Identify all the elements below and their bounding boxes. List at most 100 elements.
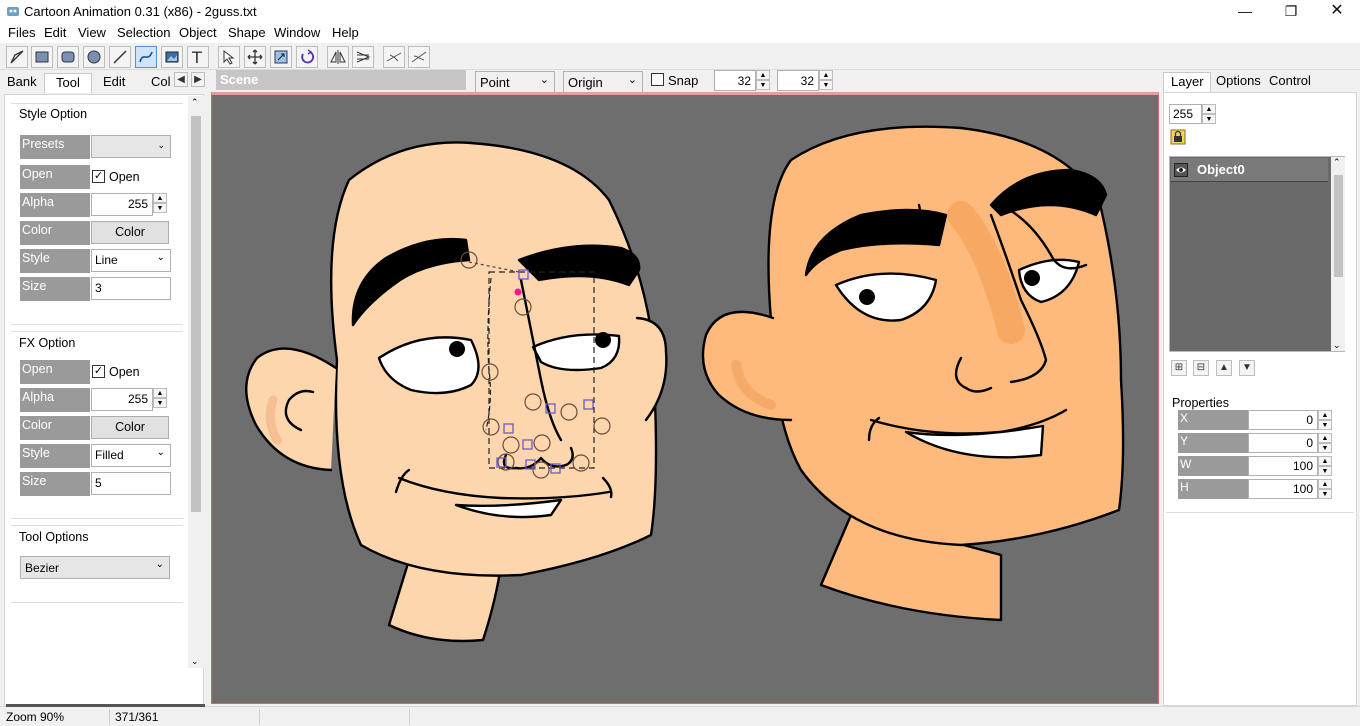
- prop-w-spinner[interactable]: ▲ ▼: [1318, 456, 1332, 476]
- add-layer-button[interactable]: ⊞: [1171, 360, 1187, 376]
- up-arrow-icon[interactable]: ▲: [1318, 456, 1332, 466]
- origin-dropdown[interactable]: Origin ⌄: [563, 71, 643, 94]
- fx-size-input[interactable]: 5: [91, 472, 171, 495]
- style-alpha-spinner[interactable]: ▲ ▼: [153, 193, 167, 215]
- close-button[interactable]: ✕: [1314, 0, 1360, 23]
- prop-x-input[interactable]: 0: [1248, 410, 1318, 430]
- image-button[interactable]: [161, 46, 183, 68]
- tab-layer[interactable]: Layer: [1163, 72, 1211, 92]
- down-arrow-icon[interactable]: ▼: [1318, 443, 1332, 453]
- fx-alpha-input[interactable]: 255: [91, 388, 153, 411]
- line-button[interactable]: [109, 46, 131, 68]
- fx-style-dropdown[interactable]: Filled ⌄: [91, 444, 171, 467]
- ellipse-button[interactable]: [83, 46, 105, 68]
- tab-scroll-right-button[interactable]: ▶: [191, 72, 205, 87]
- up-arrow-icon[interactable]: ▲: [1202, 104, 1216, 114]
- rectangle-button[interactable]: [31, 46, 53, 68]
- down-arrow-icon[interactable]: ▼: [1318, 489, 1332, 499]
- snap-y-input[interactable]: 32: [777, 70, 819, 91]
- resize-button[interactable]: [270, 46, 292, 68]
- tab-color[interactable]: Col: [151, 74, 173, 94]
- down-arrow-icon[interactable]: ▼: [1318, 420, 1332, 430]
- layer-alpha-input[interactable]: 255: [1169, 104, 1202, 124]
- menu-shape[interactable]: Shape: [228, 25, 266, 40]
- tab-bank[interactable]: Bank: [7, 74, 37, 94]
- fx-alpha-spinner[interactable]: ▲ ▼: [153, 388, 167, 410]
- style-dropdown[interactable]: Line ⌄: [91, 249, 171, 272]
- left-panel-scrollbar[interactable]: ⌃ ⌄: [188, 96, 204, 668]
- menu-help[interactable]: Help: [332, 25, 359, 40]
- style-alpha-input[interactable]: 255: [91, 193, 153, 216]
- tab-options[interactable]: Options: [1216, 73, 1261, 93]
- move-layer-up-button[interactable]: ▲: [1216, 360, 1232, 376]
- scroll-up-icon[interactable]: ⌃: [191, 97, 199, 108]
- menu-object[interactable]: Object: [179, 25, 217, 40]
- select-pointer-button[interactable]: [218, 46, 240, 68]
- prop-y-input[interactable]: 0: [1248, 433, 1318, 453]
- down-arrow-icon[interactable]: ▼: [1318, 466, 1332, 476]
- tool-type-dropdown[interactable]: Bezier ⌄: [20, 556, 170, 579]
- snap-y-spinner[interactable]: ▲ ▼: [819, 70, 833, 91]
- style-size-input[interactable]: 3: [91, 277, 171, 300]
- rotate-button[interactable]: [296, 46, 318, 68]
- menu-view[interactable]: View: [78, 25, 106, 40]
- up-arrow-icon[interactable]: ▲: [153, 388, 167, 398]
- tab-scroll-left-button[interactable]: ◀: [174, 72, 188, 87]
- up-arrow-icon[interactable]: ▲: [1318, 479, 1332, 489]
- prop-w-input[interactable]: 100: [1248, 456, 1318, 476]
- menu-window[interactable]: Window: [274, 25, 320, 40]
- snap-x-spinner[interactable]: ▲ ▼: [756, 70, 770, 91]
- menu-edit[interactable]: Edit: [44, 25, 66, 40]
- point-dropdown[interactable]: Point ⌄: [475, 71, 555, 94]
- menu-files[interactable]: Files: [8, 25, 35, 40]
- snap-x-input[interactable]: 32: [714, 70, 756, 91]
- remove-layer-button[interactable]: ⊟: [1193, 360, 1209, 376]
- tab-control[interactable]: Control: [1269, 73, 1311, 93]
- scene-artwork[interactable]: [212, 95, 1158, 702]
- down-arrow-icon[interactable]: ▼: [153, 398, 167, 408]
- scroll-up-icon[interactable]: ⌃: [1333, 157, 1341, 168]
- tab-edit[interactable]: Edit: [103, 74, 125, 94]
- eye-visibility-icon[interactable]: [1174, 163, 1188, 177]
- fx-open-checkbox[interactable]: ✓: [92, 365, 105, 378]
- up-arrow-icon[interactable]: ▲: [819, 70, 833, 80]
- scrollbar-thumb[interactable]: [1334, 175, 1343, 277]
- panel-resize-handle[interactable]: [6, 704, 205, 707]
- prop-x-spinner[interactable]: ▲ ▼: [1318, 410, 1332, 430]
- flip-horizontal-button[interactable]: [327, 46, 349, 68]
- up-arrow-icon[interactable]: ▲: [1318, 433, 1332, 443]
- up-arrow-icon[interactable]: ▲: [756, 70, 770, 80]
- layer-list-scrollbar[interactable]: ⌃ ⌄: [1331, 157, 1345, 351]
- scroll-down-icon[interactable]: ⌄: [1333, 340, 1341, 351]
- presets-dropdown[interactable]: ⌄: [91, 135, 171, 158]
- minimize-button[interactable]: —: [1222, 0, 1268, 23]
- style-color-button[interactable]: Color: [91, 221, 169, 244]
- prop-h-input[interactable]: 100: [1248, 479, 1318, 499]
- pen-tool-button[interactable]: [6, 46, 28, 68]
- prop-y-spinner[interactable]: ▲ ▼: [1318, 433, 1332, 453]
- down-arrow-icon[interactable]: ▼: [756, 80, 770, 90]
- maximize-button[interactable]: ❐: [1268, 0, 1314, 23]
- up-arrow-icon[interactable]: ▲: [1318, 410, 1332, 420]
- down-arrow-icon[interactable]: ▼: [153, 203, 167, 213]
- text-button[interactable]: T: [187, 46, 209, 68]
- lock-icon[interactable]: [1170, 129, 1186, 145]
- snap-checkbox[interactable]: [651, 73, 664, 86]
- drawing-canvas[interactable]: [211, 92, 1159, 704]
- menu-selection[interactable]: Selection: [117, 25, 170, 40]
- prop-h-spinner[interactable]: ▲ ▼: [1318, 479, 1332, 499]
- down-arrow-icon[interactable]: ▼: [819, 80, 833, 90]
- node-edit-button[interactable]: [383, 46, 405, 68]
- node-smooth-button[interactable]: [408, 46, 430, 68]
- fx-color-button[interactable]: Color: [91, 416, 169, 439]
- rounded-rectangle-button[interactable]: [57, 46, 79, 68]
- move-button[interactable]: [244, 46, 266, 68]
- down-arrow-icon[interactable]: ▼: [1202, 114, 1216, 124]
- scrollbar-thumb[interactable]: [191, 116, 201, 512]
- up-arrow-icon[interactable]: ▲: [153, 193, 167, 203]
- layer-alpha-spinner[interactable]: ▲ ▼: [1202, 104, 1216, 124]
- tab-tool[interactable]: Tool: [44, 73, 92, 93]
- layer-row[interactable]: Object0: [1171, 158, 1328, 182]
- bezier-curve-button[interactable]: [135, 46, 157, 68]
- scroll-down-icon[interactable]: ⌄: [191, 656, 199, 667]
